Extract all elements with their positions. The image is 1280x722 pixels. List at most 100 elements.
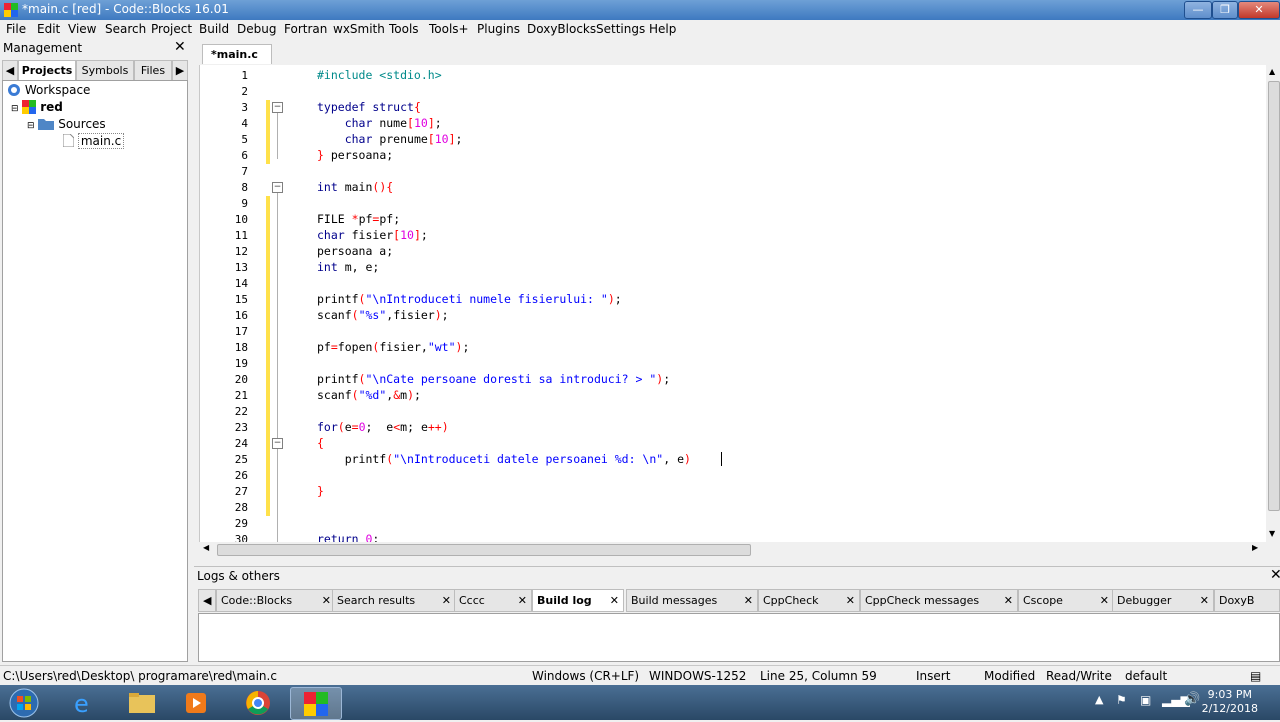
fold-marker-icon[interactable]: − [272, 182, 283, 193]
menu-plugins[interactable]: Plugins [477, 22, 520, 36]
media-player-icon[interactable] [172, 687, 222, 718]
menu-tools-plus[interactable]: Tools+ [429, 22, 469, 36]
menu-build[interactable]: Build [199, 22, 229, 36]
line-number: 22 [234, 405, 248, 418]
log-tab-label: Debugger [1117, 594, 1172, 607]
code-line: printf("\nIntroduceti datele persoanei %… [317, 452, 691, 466]
collapse-icon[interactable]: ⊟ [27, 121, 35, 131]
build-log-output [198, 613, 1280, 662]
close-icon[interactable]: ✕ [518, 590, 527, 611]
tab-symbols[interactable]: Symbols [76, 60, 134, 80]
logs-scroll-left-icon[interactable]: ◀ [198, 589, 216, 612]
close-icon[interactable]: ✕ [744, 590, 753, 611]
line-number: 18 [234, 341, 248, 354]
editor-tab-main-c[interactable]: *main.c [202, 44, 272, 64]
menu-help[interactable]: Help [649, 22, 676, 36]
close-icon[interactable]: ✕ [1100, 590, 1109, 611]
close-button[interactable]: ✕ [1238, 1, 1280, 19]
scroll-right-icon[interactable]: ▶ [1252, 543, 1258, 552]
tree-workspace[interactable]: Workspace [7, 83, 90, 97]
tray-device-icon[interactable]: ▣ [1140, 693, 1151, 707]
close-icon[interactable]: ✕ [1004, 590, 1013, 611]
tree-folder-sources[interactable]: ⊟ Sources [27, 117, 106, 131]
fold-marker-icon[interactable]: − [272, 438, 283, 449]
volume-icon[interactable]: 🔊 [1184, 692, 1200, 707]
management-close-icon[interactable]: ✕ [174, 39, 186, 55]
scroll-left-icon[interactable]: ◀ [203, 543, 209, 552]
scroll-down-icon[interactable]: ▼ [1269, 529, 1275, 538]
menu-doxyblocks[interactable]: DoxyBlocks [527, 22, 596, 36]
scrollbar-thumb[interactable] [1268, 81, 1280, 511]
log-tab-doxyb[interactable]: DoxyB [1214, 589, 1280, 612]
line-number: 30 [234, 533, 248, 542]
line-number: 21 [234, 389, 248, 402]
menu-fortran[interactable]: Fortran [284, 22, 327, 36]
log-tab-label: Build log [537, 594, 592, 607]
close-icon[interactable]: ✕ [1200, 590, 1209, 611]
codeblocks-app-icon [4, 3, 18, 17]
menu-project[interactable]: Project [151, 22, 192, 36]
code-line: char prenume[10]; [344, 132, 463, 146]
log-tab-cscope[interactable]: Cscope ✕ [1018, 589, 1114, 612]
maximize-button[interactable]: ❐ [1212, 1, 1238, 19]
codeblocks-taskbar-icon[interactable] [290, 687, 342, 720]
close-icon[interactable]: ✕ [442, 590, 451, 611]
window-title: *main.c [red] - Code::Blocks 16.01 [22, 2, 229, 16]
close-icon[interactable]: ✕ [322, 590, 331, 611]
menu-edit[interactable]: Edit [37, 22, 60, 36]
editor-vertical-scrollbar[interactable]: ▲ ▼ [1266, 65, 1280, 542]
log-tab-codeblocks[interactable]: Code::Blocks ✕ [216, 589, 336, 612]
menu-file[interactable]: File [6, 22, 26, 36]
log-tab-search-results[interactable]: Search results ✕ [332, 589, 456, 612]
status-file-path: C:\Users\red\Desktop\ programare\red\mai… [3, 669, 277, 683]
tab-scroll-right-icon[interactable]: ▶ [172, 60, 188, 80]
log-tab-cppcheck-messages[interactable]: CppCheck messages ✕ [860, 589, 1018, 612]
line-number: 29 [234, 517, 248, 530]
menu-wxsmith[interactable]: wxSmith [333, 22, 385, 36]
line-number: 20 [234, 373, 248, 386]
status-flag-icon: ▤ [1250, 669, 1262, 683]
log-tab-cccc[interactable]: Cccc ✕ [454, 589, 532, 612]
logs-close-icon[interactable]: ✕ [1270, 567, 1280, 583]
editor-horizontal-scrollbar[interactable]: ◀ ▶ [199, 542, 1266, 556]
collapse-icon[interactable]: ⊟ [11, 104, 19, 114]
management-tabs: ◀ Projects Symbols Files ▶ [0, 60, 190, 80]
scrollbar-thumb[interactable] [217, 544, 751, 556]
start-button[interactable] [4, 687, 46, 718]
tree-project-red[interactable]: ⊟ red [11, 100, 63, 114]
line-number: 24 [234, 437, 248, 450]
project-icon [22, 100, 37, 114]
menu-view[interactable]: View [68, 22, 96, 36]
log-tab-debugger[interactable]: Debugger ✕ [1112, 589, 1214, 612]
tree-file-label: main.c [77, 133, 125, 149]
log-tab-build-messages[interactable]: Build messages ✕ [626, 589, 758, 612]
line-number-gutter: 1 2 3 4 5 6 7 8 9 10 11 12 13 14 15 16 17 18 19 20 21 22 23 24 2… [200, 65, 257, 542]
close-icon[interactable]: ✕ [846, 590, 855, 611]
menu-tools[interactable]: Tools [389, 22, 419, 36]
code-line: persoana a; [317, 244, 394, 258]
log-tab-build-log[interactable]: Build log ✕ [532, 589, 624, 612]
internet-explorer-icon[interactable]: e [60, 687, 110, 718]
chrome-icon[interactable] [233, 687, 283, 718]
tab-scroll-left-icon[interactable]: ◀ [2, 60, 18, 80]
fold-marker-icon[interactable]: − [272, 102, 283, 113]
tab-files[interactable]: Files [134, 60, 172, 80]
tab-projects[interactable]: Projects [18, 60, 76, 80]
scroll-up-icon[interactable]: ▲ [1269, 67, 1275, 76]
log-tab-label: DoxyB [1219, 594, 1255, 607]
minimize-button[interactable]: — [1184, 1, 1212, 19]
tray-flag-icon[interactable]: ⚑ [1116, 693, 1127, 707]
tree-file-main-c[interactable]: main.c [62, 133, 125, 149]
taskbar-clock[interactable]: 9:03 PM 2/12/2018 [1202, 688, 1258, 716]
log-tab-cppcheck[interactable]: CppCheck ✕ [758, 589, 860, 612]
code-editor[interactable]: 1 2 3 4 5 6 7 8 9 10 11 12 13 14 15 16 17 18 19 20 21 22 23 24 2… [199, 65, 1267, 542]
tray-show-hidden-icon[interactable]: ▲ [1095, 693, 1103, 706]
tree-folder-label: Sources [58, 117, 106, 131]
menu-search[interactable]: Search [105, 22, 146, 36]
menu-settings[interactable]: Settings [596, 22, 645, 36]
status-mode: Insert [916, 669, 951, 683]
file-explorer-icon[interactable] [117, 687, 167, 718]
line-number: 4 [241, 117, 248, 130]
close-icon[interactable]: ✕ [610, 590, 619, 611]
menu-debug[interactable]: Debug [237, 22, 276, 36]
